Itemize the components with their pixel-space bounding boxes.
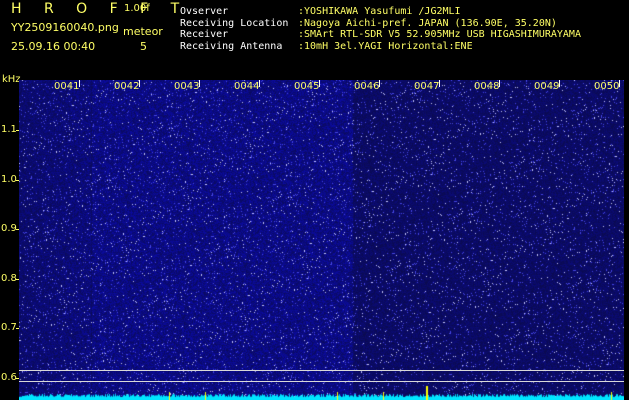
x-tick-label: 0050 (594, 81, 620, 92)
y-tick-label: 0.7 (1, 322, 17, 333)
observer-value: :YOSHIKAWA Yasufumi /JG2MLI (298, 6, 461, 17)
x-tick-mark (79, 80, 80, 87)
reference-line (19, 381, 624, 382)
x-tick-label: 0043 (174, 81, 200, 92)
reference-line (19, 370, 624, 371)
x-tick-mark (619, 80, 620, 87)
x-tick-label: 0048 (474, 81, 500, 92)
y-tick-label: 1.1 (1, 124, 17, 135)
location-row: Receiving Location :Nagoya Aichi-pref. J… (180, 18, 581, 30)
version-label: 1.00f (124, 3, 150, 14)
x-tick-mark (379, 80, 380, 87)
x-tick-label: 0047 (414, 81, 440, 92)
x-tick-label: 0046 (354, 81, 380, 92)
datetime-label: 25.09.16 00:40 (11, 40, 96, 53)
receiver-label: Receiver (180, 29, 229, 41)
x-tick-label: 0049 (534, 81, 560, 92)
x-tick-mark (499, 80, 500, 87)
receiver-value: :SMArt RTL-SDR V5 52.905MHz USB HIGASHIM… (298, 29, 581, 41)
y-tick-label: 0.8 (1, 273, 17, 284)
station-info: Ovserver :YOSHIKAWA Yasufumi /JG2MLI Rec… (180, 6, 581, 52)
header-panel: H R O F F T 1.00f YY2509160040.png 25.09… (0, 0, 629, 72)
x-tick-label: 0045 (294, 81, 320, 92)
x-tick-label: 0044 (234, 81, 260, 92)
mode-label: meteor (123, 25, 163, 38)
location-value: :Nagoya Aichi-pref. JAPAN (136.90E, 35.2… (298, 17, 557, 29)
antenna-value: :10mH 3el.YAGI Horizontal:ENE (298, 40, 473, 52)
y-tick-label: 0.9 (1, 223, 17, 234)
antenna-label: Receiving Antenna (180, 40, 283, 52)
x-tick-mark (259, 80, 260, 87)
x-tick-label: 0042 (114, 81, 140, 92)
spectrogram-canvas (19, 80, 624, 400)
y-tick-label: 1.0 (1, 174, 17, 185)
filename-label: YY2509160040.png (11, 21, 119, 34)
x-tick-mark (439, 80, 440, 87)
observer-row: Ovserver :YOSHIKAWA Yasufumi /JG2MLI (180, 6, 581, 18)
x-tick-mark (139, 80, 140, 87)
observer-label: Ovserver (180, 6, 229, 17)
x-tick-mark (559, 80, 560, 87)
axis-unit-label: kHz (2, 74, 21, 85)
x-tick-label: 0041 (54, 81, 80, 92)
y-tick-label: 0.6 (1, 372, 17, 383)
antenna-row: Receiving Antenna :10mH 3el.YAGI Horizon… (180, 41, 581, 53)
x-tick-mark (199, 80, 200, 87)
location-label: Receiving Location (180, 17, 289, 29)
x-tick-mark (319, 80, 320, 87)
receiver-row: Receiver :SMArt RTL-SDR V5 52.905MHz USB… (180, 29, 581, 41)
waterfall-spectrogram (19, 80, 624, 400)
app-title: H R O F F T (11, 1, 189, 17)
meteor-count: 5 (140, 40, 147, 53)
